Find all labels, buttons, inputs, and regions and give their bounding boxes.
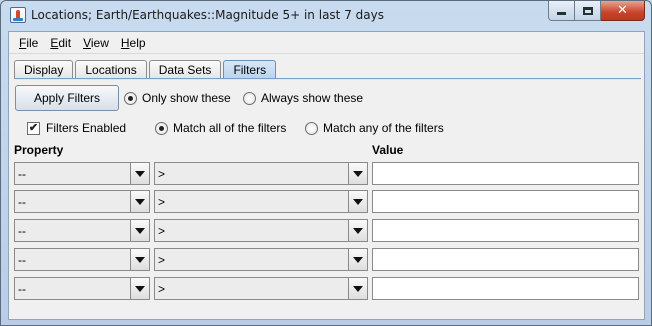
check-icon: ✔ bbox=[27, 121, 40, 135]
operator-select-1[interactable]: > bbox=[154, 162, 368, 185]
only-show-radio-indicator bbox=[124, 91, 137, 105]
always-show-label: Always show these bbox=[261, 91, 364, 105]
tab-data-sets[interactable]: Data Sets bbox=[148, 60, 222, 79]
client-area: File Edit View Help Display Locations Da… bbox=[8, 31, 645, 320]
close-button[interactable]: ✕ bbox=[601, 1, 645, 21]
operator-select-2[interactable]: > bbox=[154, 190, 368, 213]
match-any-radio-indicator bbox=[305, 121, 318, 135]
tab-filters[interactable]: Filters bbox=[223, 60, 277, 79]
menu-help[interactable]: Help bbox=[115, 36, 152, 50]
close-icon: ✕ bbox=[617, 3, 628, 18]
app-icon bbox=[10, 7, 26, 23]
property-select-5[interactable]: -- bbox=[14, 277, 150, 300]
chevron-down-icon bbox=[130, 163, 149, 184]
property-select-value: -- bbox=[18, 253, 26, 267]
window-title: Locations; Earth/Earthquakes::Magnitude … bbox=[31, 8, 384, 22]
property-header: Property bbox=[14, 143, 64, 157]
tab-content-border bbox=[14, 78, 641, 80]
operator-select-value: > bbox=[158, 167, 166, 181]
tab-locations[interactable]: Locations bbox=[75, 60, 147, 79]
app-window: Locations; Earth/Earthquakes::Magnitude … bbox=[0, 0, 652, 326]
chevron-down-icon bbox=[130, 249, 149, 270]
property-select-4[interactable]: -- bbox=[14, 248, 150, 271]
chevron-down-icon bbox=[348, 163, 367, 184]
value-field-3[interactable] bbox=[372, 219, 639, 242]
value-field-5[interactable] bbox=[372, 277, 639, 300]
chevron-down-icon bbox=[348, 191, 367, 212]
chevron-down-icon bbox=[348, 278, 367, 299]
menu-view[interactable]: View bbox=[77, 36, 115, 50]
value-field-2[interactable] bbox=[372, 190, 639, 213]
maximize-button[interactable] bbox=[575, 1, 601, 21]
minimize-icon bbox=[557, 12, 566, 15]
chevron-down-icon bbox=[348, 220, 367, 241]
match-all-label: Match all of the filters bbox=[173, 121, 287, 135]
property-select-3[interactable]: -- bbox=[14, 219, 150, 242]
chevron-down-icon bbox=[130, 191, 149, 212]
menu-help-rest: elp bbox=[129, 35, 146, 50]
operator-select-value: > bbox=[158, 253, 166, 267]
menu-view-rest: iew bbox=[90, 35, 109, 50]
value-field-1[interactable] bbox=[372, 162, 639, 185]
menu-file-rest: ile bbox=[26, 35, 39, 50]
always-show-radio-indicator bbox=[243, 91, 256, 105]
only-show-radio[interactable]: Only show these bbox=[124, 91, 231, 105]
match-any-radio[interactable]: Match any of the filters bbox=[305, 121, 444, 135]
menu-bar: File Edit View Help bbox=[9, 32, 644, 54]
maximize-icon bbox=[582, 6, 593, 15]
tab-strip: Display Locations Data Sets Filters bbox=[14, 60, 278, 79]
operator-select-3[interactable]: > bbox=[154, 219, 368, 242]
property-select-value: -- bbox=[18, 282, 26, 296]
property-select-2[interactable]: -- bbox=[14, 190, 150, 213]
filters-enabled-checkbox[interactable]: ✔ Filters Enabled bbox=[27, 121, 126, 135]
operator-select-value: > bbox=[158, 224, 166, 238]
filters-enabled-label: Filters Enabled bbox=[46, 121, 127, 135]
property-select-value: -- bbox=[18, 167, 26, 181]
menu-view-mnemonic: V bbox=[83, 35, 91, 50]
always-show-radio[interactable]: Always show these bbox=[243, 91, 363, 105]
property-select-value: -- bbox=[18, 224, 26, 238]
operator-select-5[interactable]: > bbox=[154, 277, 368, 300]
window-controls: ✕ bbox=[548, 1, 645, 21]
chevron-down-icon bbox=[348, 249, 367, 270]
minimize-button[interactable] bbox=[548, 1, 575, 21]
chevron-down-icon bbox=[130, 278, 149, 299]
apply-filters-button[interactable]: Apply Filters bbox=[15, 85, 119, 111]
match-all-radio[interactable]: Match all of the filters bbox=[155, 121, 286, 135]
title-bar[interactable]: Locations; Earth/Earthquakes::Magnitude … bbox=[1, 1, 651, 31]
operator-select-value: > bbox=[158, 282, 166, 296]
value-header: Value bbox=[372, 143, 404, 157]
operator-select-4[interactable]: > bbox=[154, 248, 368, 271]
property-select-value: -- bbox=[18, 195, 26, 209]
menu-file[interactable]: File bbox=[13, 36, 44, 50]
match-all-radio-indicator bbox=[155, 121, 168, 135]
tab-display[interactable]: Display bbox=[14, 60, 74, 79]
menu-help-mnemonic: H bbox=[120, 35, 130, 50]
chevron-down-icon bbox=[130, 220, 149, 241]
menu-edit-rest: dit bbox=[58, 35, 72, 50]
property-select-1[interactable]: -- bbox=[14, 162, 150, 185]
menu-edit[interactable]: Edit bbox=[44, 36, 77, 50]
value-field-4[interactable] bbox=[372, 248, 639, 271]
match-any-label: Match any of the filters bbox=[323, 121, 444, 135]
only-show-label: Only show these bbox=[142, 91, 231, 105]
operator-select-value: > bbox=[158, 195, 166, 209]
